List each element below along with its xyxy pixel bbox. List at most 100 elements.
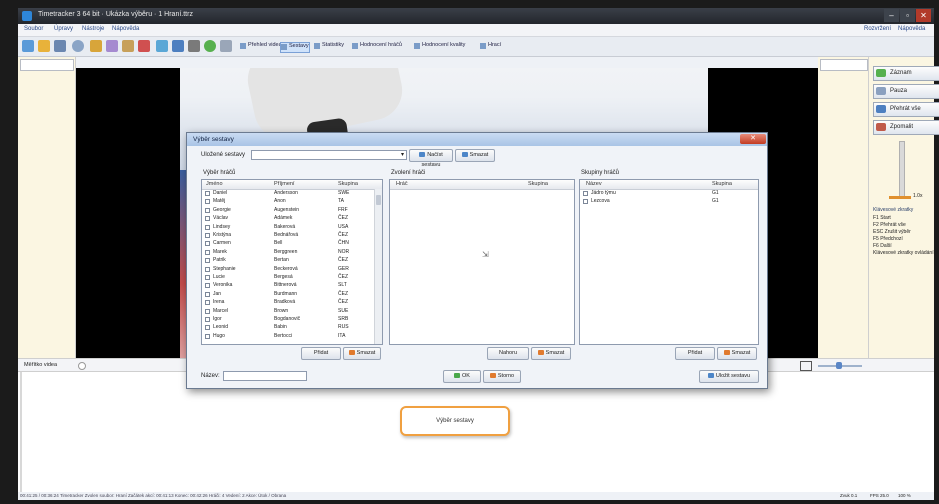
- tag-icon[interactable]: [122, 40, 134, 52]
- tab-quality-rating[interactable]: Hodnocení kvality: [414, 42, 465, 51]
- player-row-checkbox[interactable]: [205, 207, 210, 213]
- player-row[interactable]: Matěj Anon TA: [202, 198, 374, 206]
- save-icon[interactable]: [54, 40, 66, 52]
- volume-thumb[interactable]: [836, 362, 842, 369]
- groups-col-group[interactable]: Skupina: [712, 181, 732, 187]
- minimize-button[interactable]: –: [884, 9, 899, 22]
- selected-list[interactable]: Hráč Skupina ⇲: [389, 179, 575, 345]
- cancel-button[interactable]: Storno: [483, 370, 521, 383]
- menu-help-right[interactable]: Nápověda: [898, 26, 925, 32]
- left-panel-combo[interactable]: [20, 59, 74, 71]
- tab-player-rating[interactable]: Hodnocení hráčů: [352, 42, 402, 51]
- player-row[interactable]: Daniel Andersson SWE: [202, 190, 374, 198]
- speed-slider-thumb[interactable]: [889, 196, 911, 199]
- player-row[interactable]: Václav Adámek ČEZ: [202, 215, 374, 223]
- delete-lineup-button[interactable]: Smazat: [455, 149, 495, 162]
- menu-help[interactable]: Nápověda: [112, 26, 139, 32]
- record-icon[interactable]: [204, 40, 216, 52]
- player-row-checkbox[interactable]: [205, 317, 210, 322]
- menu-edit[interactable]: Úpravy: [54, 26, 73, 32]
- remove-player-button[interactable]: Smazat: [343, 347, 381, 360]
- open-folder-icon[interactable]: [38, 40, 50, 52]
- saved-lineups-select[interactable]: ▾: [251, 150, 407, 160]
- player-row[interactable]: Lindsey Bakerová USA: [202, 224, 374, 232]
- load-lineup-button[interactable]: Načíst sestavu: [409, 149, 453, 168]
- right-strip-combo[interactable]: [820, 59, 868, 71]
- player-row-checkbox[interactable]: [205, 191, 210, 196]
- pause-button[interactable]: Pauza: [873, 84, 939, 99]
- link-icon[interactable]: [106, 40, 118, 52]
- play-icon[interactable]: [172, 40, 184, 52]
- player-row-checkbox[interactable]: [205, 333, 210, 339]
- player-row[interactable]: Hugo Bertocci ITA: [202, 333, 374, 341]
- group-row-checkbox[interactable]: [583, 191, 588, 196]
- selected-col-group[interactable]: Skupina: [528, 181, 548, 187]
- player-row[interactable]: Leonid Babin RUS: [202, 324, 374, 332]
- player-row[interactable]: Veronika Bittnerová SLT: [202, 282, 374, 290]
- player-row-checkbox[interactable]: [205, 233, 210, 238]
- zoom-knob[interactable]: [78, 362, 86, 370]
- player-row[interactable]: Jan Burdmann ČEZ: [202, 291, 374, 299]
- players-col-group[interactable]: Skupina: [338, 181, 358, 187]
- tab-lineups[interactable]: Sestavy: [280, 42, 310, 53]
- group-row[interactable]: Lezcova G1: [580, 198, 750, 206]
- tab-video-overview[interactable]: Přehled videa: [240, 42, 282, 51]
- player-row-checkbox[interactable]: [205, 275, 210, 280]
- tab-game[interactable]: Hrací: [480, 42, 501, 51]
- ok-button[interactable]: OK: [443, 370, 481, 383]
- menu-file[interactable]: Soubor: [24, 26, 43, 32]
- play-all-button[interactable]: Přehrát vše: [873, 102, 939, 117]
- player-row[interactable]: Patrik Bertan ČEZ: [202, 257, 374, 265]
- players-scroll-thumb[interactable]: [376, 195, 381, 205]
- menu-tools[interactable]: Nástroje: [82, 26, 104, 32]
- groups-col-name[interactable]: Název: [586, 181, 602, 187]
- player-row[interactable]: Georgie Augenstein FRF: [202, 207, 374, 215]
- new-icon[interactable]: [22, 40, 34, 52]
- players-col-surname[interactable]: Příjmení: [274, 181, 294, 187]
- tab-statistics[interactable]: Statistiky: [314, 42, 344, 51]
- remove-selected-button[interactable]: Smazat: [531, 347, 571, 360]
- player-row[interactable]: Irena Bradková ČEZ: [202, 299, 374, 307]
- add-player-button[interactable]: Přidat: [301, 347, 341, 360]
- remove-group-button[interactable]: Smazat: [717, 347, 757, 360]
- players-col-name[interactable]: Jméno: [206, 181, 223, 187]
- player-row[interactable]: Lucie Bergesá ČEZ: [202, 274, 374, 282]
- marker-icon[interactable]: [138, 40, 150, 52]
- player-row-checkbox[interactable]: [205, 241, 210, 247]
- player-row[interactable]: Kristýna Bednářová ČEZ: [202, 232, 374, 240]
- players-list[interactable]: Jméno Příjmení Skupina Daniel Andersson SW…: [201, 179, 383, 345]
- player-row-checkbox[interactable]: [205, 283, 210, 289]
- slow-button[interactable]: Zpomalit: [873, 120, 939, 135]
- add-group-button[interactable]: Přidat: [675, 347, 715, 360]
- players-scrollbar[interactable]: [374, 189, 382, 344]
- player-row[interactable]: Igor Bogdanovič SRB: [202, 316, 374, 324]
- player-row-checkbox[interactable]: [205, 216, 210, 222]
- menu-layout[interactable]: Rozvržení: [864, 26, 891, 32]
- player-row-checkbox[interactable]: [205, 258, 210, 264]
- player-row[interactable]: Carmen Bell ČHN: [202, 240, 374, 248]
- move-up-button[interactable]: Nahoru: [487, 347, 529, 360]
- close-button[interactable]: ✕: [916, 9, 931, 22]
- record-button[interactable]: Záznam: [873, 66, 939, 81]
- player-row[interactable]: Stephanie Beckerová GER: [202, 266, 374, 274]
- flow-node[interactable]: Výběr sestavy: [400, 406, 510, 436]
- maximize-button[interactable]: ▫: [900, 9, 915, 22]
- group-row[interactable]: Jádro týmu G1: [580, 190, 750, 198]
- speed-slider[interactable]: [899, 141, 905, 197]
- player-row-checkbox[interactable]: [205, 300, 210, 306]
- move-icon[interactable]: [156, 40, 168, 52]
- player-row-checkbox[interactable]: [205, 199, 210, 205]
- selected-col-player[interactable]: Hráč: [396, 181, 408, 187]
- player-row-checkbox[interactable]: [205, 325, 210, 331]
- search-icon[interactable]: [72, 40, 84, 52]
- player-row-checkbox[interactable]: [205, 308, 210, 314]
- dialog-close-button[interactable]: ✕: [740, 134, 766, 144]
- fullscreen-icon[interactable]: [800, 361, 812, 371]
- groups-list[interactable]: Název Skupina Jádro týmu G1 Lezcova G1: [579, 179, 759, 345]
- player-row-checkbox[interactable]: [205, 249, 210, 255]
- player-row-checkbox[interactable]: [205, 291, 210, 297]
- lineup-name-input[interactable]: [223, 371, 307, 381]
- player-row[interactable]: Marcel Brown SUE: [202, 308, 374, 316]
- player-row[interactable]: Marek Berggreen NOR: [202, 249, 374, 257]
- player-row-checkbox[interactable]: [205, 266, 210, 272]
